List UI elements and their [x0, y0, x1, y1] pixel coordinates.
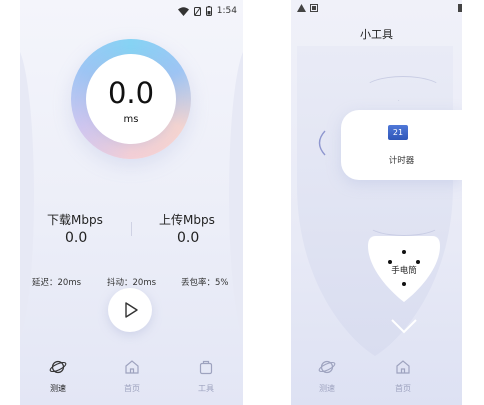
battery-icon	[205, 6, 212, 16]
no-sim-icon	[193, 6, 201, 16]
jitter-stat: 抖动：20ms	[107, 278, 157, 288]
tab-home[interactable]: 首页	[373, 358, 433, 394]
tab-label: 测速	[319, 384, 335, 393]
packet-loss-stat: 丢包率：5%	[181, 278, 229, 288]
tab-home[interactable]: 首页	[102, 358, 162, 394]
download-label: 下载Mbps	[47, 213, 103, 227]
play-icon	[125, 302, 138, 318]
wifi-icon	[177, 6, 189, 16]
tab-tools[interactable]: 工具	[176, 358, 236, 394]
timer-label: 计时器	[388, 156, 415, 166]
left-decor-curve	[20, 45, 34, 345]
bag-icon	[199, 360, 213, 375]
tab-label: 首页	[124, 384, 140, 393]
flashlight-dot	[402, 282, 406, 286]
tab-speed-test[interactable]: 测速	[28, 358, 88, 394]
chevron-left-icon[interactable]	[316, 130, 326, 156]
tab-speed-test[interactable]: 测速	[297, 358, 357, 394]
home-icon	[396, 360, 410, 374]
warning-icon	[297, 4, 306, 12]
tools-screen: 小工具 · 21 计时器 手电筒 测速 首页	[291, 0, 462, 405]
planet-icon	[49, 360, 67, 374]
flashlight-dot	[402, 250, 406, 254]
status-time: 1:54	[216, 6, 237, 16]
download-value: 0.0	[65, 230, 88, 246]
calendar-icon: 21	[388, 125, 408, 140]
notification-icon	[310, 4, 318, 12]
page-title: 小工具	[360, 28, 393, 41]
bottom-nav: 测速 首页 工具	[20, 352, 243, 405]
bottom-nav: 测速 首页	[291, 352, 462, 405]
status-bar	[297, 4, 318, 12]
gauge-value: 0.0	[107, 76, 155, 110]
timer-card[interactable]	[341, 110, 462, 180]
tab-label: 工具	[198, 384, 214, 393]
tab-label: 首页	[395, 384, 411, 393]
battery-corner-icon	[458, 4, 462, 12]
decor-arc	[363, 76, 443, 104]
flashlight-label: 手电筒	[391, 266, 417, 276]
divider	[131, 222, 132, 236]
planet-icon	[318, 360, 336, 374]
home-icon	[125, 360, 139, 374]
speed-test-screen: 1:54 0.0 ms 下载Mbps 0.0 上传Mbps 0.0 延迟：20m…	[20, 0, 243, 405]
gauge-unit: ms	[123, 114, 139, 125]
status-bar: 1:54	[20, 0, 243, 22]
decor-caption: ·	[398, 98, 400, 104]
latency-stat: 延迟：20ms	[32, 278, 82, 288]
right-decor-curve	[229, 45, 243, 345]
start-test-button[interactable]	[108, 288, 152, 332]
tab-label: 测速	[50, 384, 66, 393]
upload-value: 0.0	[177, 230, 200, 246]
upload-label: 上传Mbps	[159, 213, 215, 227]
chevron-down-icon	[391, 319, 417, 334]
decor-arc	[367, 212, 441, 236]
